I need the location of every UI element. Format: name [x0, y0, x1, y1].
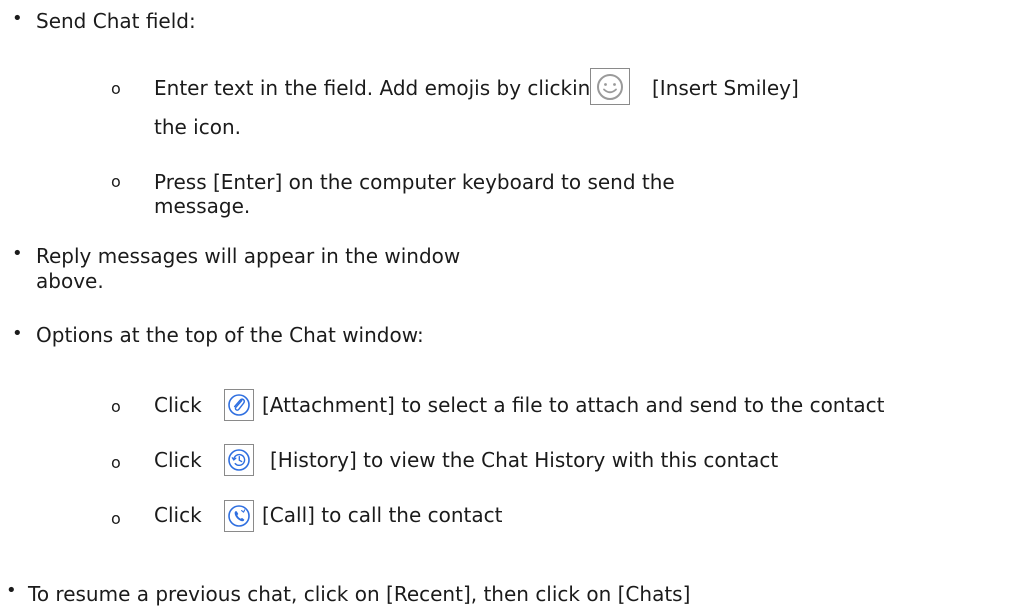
- phone-icon: [224, 500, 254, 532]
- sub-bullet-marker: o: [111, 453, 121, 472]
- sub-bullet-marker: o: [111, 397, 121, 416]
- section-options-title: Options at the top of the Chat window:: [36, 323, 424, 347]
- attachment-description: [Attachment] to select a file to attach …: [262, 393, 885, 417]
- history-description: [History] to view the Chat History with …: [270, 448, 779, 472]
- sub-bullet-marker: o: [111, 509, 121, 528]
- bullet-marker: •: [12, 8, 23, 29]
- emoji-instruction-text: Enter text in the field. Add emojis by c…: [154, 76, 604, 100]
- sub-bullet-marker: o: [111, 79, 121, 98]
- click-label: Click: [154, 503, 202, 527]
- bullet-marker: •: [12, 243, 23, 264]
- click-label: Click: [154, 448, 202, 472]
- enter-instruction-text: Press [Enter] on the computer keyboard t…: [154, 170, 675, 194]
- enter-instruction-continued: message.: [154, 194, 251, 218]
- reply-messages-continued: above.: [36, 269, 104, 293]
- bullet-marker: •: [6, 580, 17, 601]
- insert-smiley-icon: [590, 68, 630, 105]
- bullet-marker: •: [12, 323, 23, 344]
- call-description: [Call] to call the contact: [262, 503, 503, 527]
- paperclip-icon: [224, 389, 254, 421]
- resume-chat-text: To resume a previous chat, click on [Rec…: [28, 582, 691, 606]
- click-label: Click: [154, 393, 202, 417]
- emoji-instruction-continued: the icon.: [154, 115, 242, 139]
- reply-messages-text: Reply messages will appear in the window: [36, 244, 461, 268]
- section-send-chat-title: Send Chat field:: [36, 9, 196, 33]
- history-icon: [224, 444, 254, 476]
- insert-smiley-label: [Insert Smiley]: [652, 76, 799, 100]
- sub-bullet-marker: o: [111, 172, 121, 191]
